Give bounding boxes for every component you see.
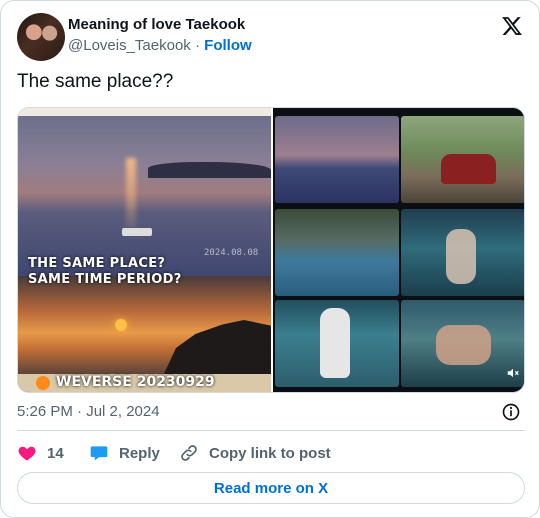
sun-reflection [126, 158, 136, 228]
link-icon [181, 445, 197, 461]
like-count: 14 [47, 444, 64, 462]
video-frame-lake [275, 209, 399, 296]
video-frame-motorcycle [401, 116, 524, 203]
handle-separator: · [194, 37, 200, 54]
boat-topview-shape [320, 308, 350, 378]
author-handle[interactable]: @Loveis_Taekook [68, 37, 191, 54]
follow-link[interactable]: Follow [204, 37, 252, 54]
read-more-button[interactable]: Read more on X [17, 472, 525, 504]
post-timestamp[interactable]: 5:26 PM · Jul 2, 2024 [17, 403, 160, 420]
divider [17, 430, 525, 431]
weverse-caption: WEVERSE 20230929 [56, 374, 215, 390]
overlay-caption-line1: THE SAME PLACE? [28, 256, 166, 271]
date-stamp: 2024.08.08 [204, 248, 259, 258]
embedded-post-card: Meaning of love Taekook @Loveis_Taekook … [0, 0, 540, 518]
post-actions: 14 Reply Copy link to post [17, 441, 525, 465]
boat-shape [122, 228, 152, 236]
x-logo-icon[interactable] [501, 15, 523, 37]
motorcycle-shape [441, 154, 496, 184]
swimmers-shape [436, 325, 491, 365]
copy-link-button[interactable]: Copy link to post [179, 441, 331, 465]
author-handle-row: @Loveis_Taekook · Follow [68, 37, 252, 54]
swimmer-shape [446, 229, 476, 284]
video-frame-underwater [401, 209, 524, 296]
speech-bubble-icon [90, 446, 108, 461]
weverse-badge-icon [36, 376, 50, 390]
video-frame-boat [275, 300, 399, 387]
info-icon[interactable] [501, 402, 521, 422]
avatar[interactable] [17, 13, 65, 61]
island-silhouette [148, 162, 271, 178]
sun-shape [115, 319, 127, 331]
post-header: Meaning of love Taekook @Loveis_Taekook … [17, 13, 525, 61]
video-frame-sunset [275, 116, 399, 203]
like-button[interactable]: 14 [17, 441, 64, 465]
author-name[interactable]: Meaning of love Taekook [68, 16, 245, 33]
copy-link-label: Copy link to post [209, 444, 331, 462]
muted-speaker-icon[interactable] [506, 366, 520, 380]
media-image-right[interactable] [273, 108, 524, 392]
post-media[interactable]: 2024.08.08 THE SAME PLACE? SAME TIME PER… [17, 107, 525, 393]
media-image-left[interactable]: 2024.08.08 THE SAME PLACE? SAME TIME PER… [18, 108, 271, 392]
heart-icon [18, 446, 36, 461]
reply-button[interactable]: Reply [89, 441, 160, 465]
reply-label: Reply [119, 444, 160, 462]
overlay-caption-line2: SAME TIME PERIOD? [28, 272, 182, 287]
post-text: The same place?? [17, 71, 174, 92]
